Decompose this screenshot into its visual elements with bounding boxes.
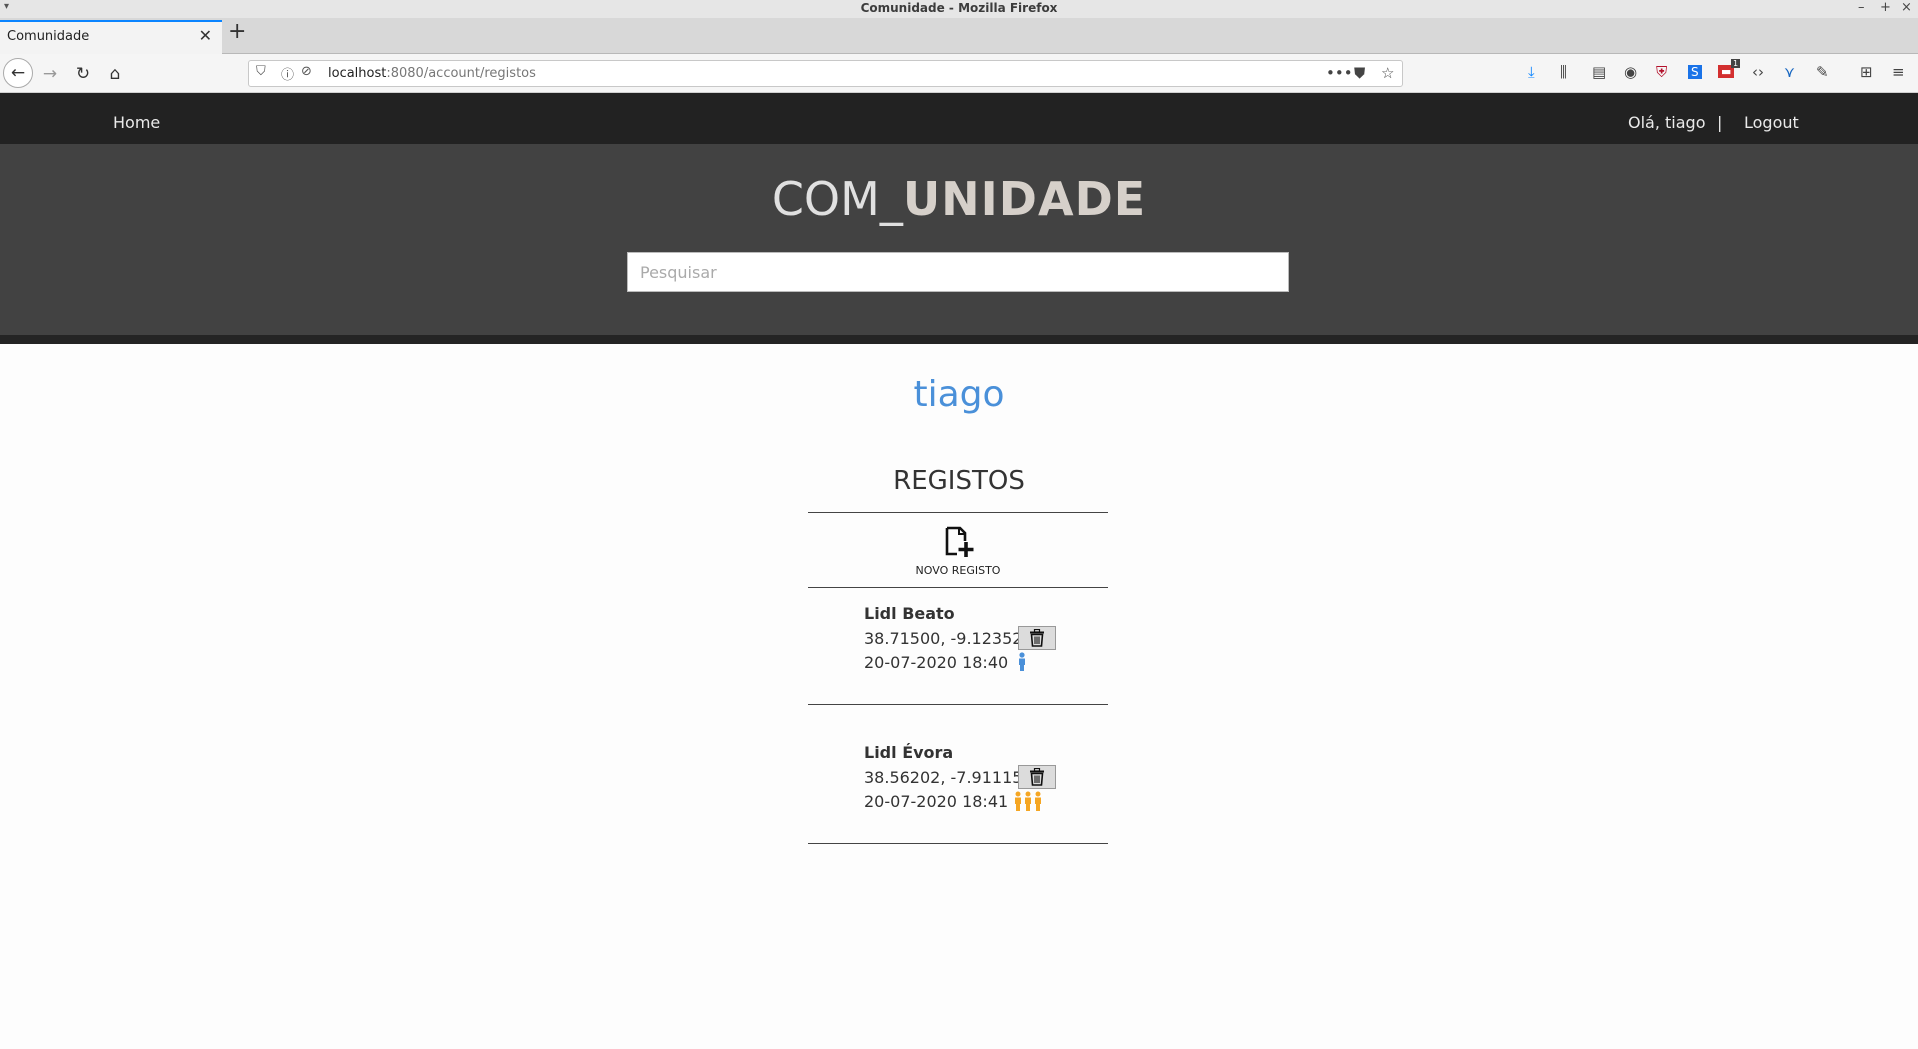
user-greeting[interactable]: Olá, tiago (1628, 113, 1705, 132)
vue-devtools-icon[interactable]: ⋎ (1784, 63, 1795, 81)
url-text[interactable]: localhost:8080/account/registos (328, 66, 536, 81)
notification-badge: 1 (1731, 59, 1741, 68)
site-brand[interactable]: COM_UNIDADE (0, 172, 1918, 226)
nav-home-link[interactable]: Home (113, 113, 160, 132)
account-icon[interactable]: ◉ (1624, 63, 1637, 81)
downloads-icon[interactable]: ⤓ (1528, 63, 1535, 81)
record-name: Lidl Évora (864, 743, 954, 762)
hero-divider (0, 335, 1918, 344)
site-navbar: Home Olá, tiago | Logout (0, 93, 1918, 144)
new-record-button[interactable]: NOVO REGISTO (808, 526, 1108, 582)
tab-title: Comunidade (7, 29, 90, 44)
window-title: Comunidade - Mozilla Firefox (860, 1, 1058, 15)
tab-close-icon[interactable]: ✕ (199, 26, 212, 45)
reload-button[interactable]: ↻ (69, 60, 97, 88)
new-tab-icon[interactable]: + (228, 19, 246, 44)
library-icon[interactable]: ⫼ (1560, 63, 1567, 81)
record-datetime: 20-07-2020 18:41 (864, 792, 1009, 811)
maximize-icon[interactable]: + (1880, 0, 1891, 15)
record-coords: 38.71500, -9.12352 (864, 629, 1023, 648)
devtools-icon[interactable]: ‹› (1752, 63, 1764, 81)
info-icon[interactable]: ⓘ (281, 64, 294, 83)
divider (808, 704, 1108, 705)
s-extension-icon[interactable]: S (1688, 65, 1702, 79)
section-title: REGISTOS (893, 466, 1025, 496)
nav-separator: | (1717, 113, 1723, 132)
forward-button[interactable]: → (36, 60, 64, 88)
record-coords: 38.56202, -7.91115 (864, 768, 1023, 787)
tab-comunidade[interactable]: Comunidade ✕ (0, 20, 222, 54)
page-actions-icon[interactable]: ••• (1326, 64, 1353, 82)
search-input[interactable] (627, 252, 1289, 292)
menu-icon[interactable]: ≡ (1892, 63, 1905, 81)
shield-icon[interactable]: ⛉ (256, 64, 266, 79)
sidebar-icon[interactable]: ▤ (1592, 63, 1606, 81)
group-people-icon (1015, 791, 1041, 811)
logout-link[interactable]: Logout (1744, 113, 1799, 132)
window-titlebar: ▾ Comunidade - Mozilla Firefox – + × (0, 0, 1918, 18)
bookmark-star-icon[interactable]: ☆ (1381, 64, 1394, 82)
eyedropper-icon[interactable]: ✎ (1816, 63, 1829, 81)
minimize-icon[interactable]: – (1858, 0, 1865, 15)
delete-button[interactable] (1018, 765, 1056, 789)
record-datetime: 20-07-2020 18:40 (864, 653, 1009, 672)
pocket-icon[interactable]: ⛊ (1354, 64, 1365, 82)
add-file-icon (945, 526, 974, 557)
divider (808, 843, 1108, 844)
single-person-icon (1019, 652, 1025, 671)
close-window-icon[interactable]: × (1901, 0, 1912, 15)
url-bar[interactable]: ⛉ ⓘ ⊘ localhost:8080/account/registos ••… (248, 60, 1403, 87)
home-button[interactable]: ⌂ (101, 60, 129, 88)
new-record-label: NOVO REGISTO (915, 564, 1001, 577)
extensions-icon[interactable]: ⊞ (1860, 63, 1873, 81)
brand-main: UNIDADE (902, 172, 1147, 226)
trash-icon (1030, 629, 1044, 647)
browser-toolbar: ← → ↻ ⌂ ⛉ ⓘ ⊘ localhost:8080/account/reg… (0, 54, 1918, 93)
delete-button[interactable] (1018, 626, 1056, 650)
back-button[interactable]: ← (3, 58, 33, 88)
tab-strip: Comunidade ✕ + (0, 18, 1918, 54)
profile-username: tiago (913, 374, 1005, 415)
divider (808, 512, 1108, 513)
tracking-protection-icon[interactable]: ⊘ (301, 64, 312, 79)
brand-prefix: COM_ (771, 172, 903, 226)
record-name: Lidl Beato (864, 604, 955, 623)
ublock-icon[interactable]: ⛨ (1656, 63, 1667, 81)
divider (808, 587, 1108, 588)
trash-icon (1030, 768, 1044, 786)
